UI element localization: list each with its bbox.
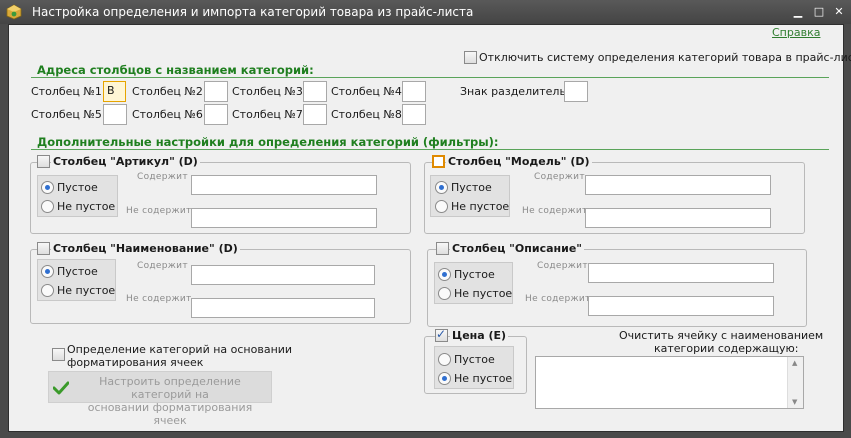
description-not-contains-label: Не содержит (525, 294, 591, 304)
column-3-input[interactable] (303, 81, 327, 102)
article-radio-not-empty-label: Не пустое (57, 200, 116, 213)
name-contains-label: Содержит (137, 261, 188, 271)
disable-system-checkbox[interactable] (464, 51, 477, 64)
name-checkbox[interactable] (37, 242, 50, 255)
article-radio-not-empty[interactable] (41, 200, 54, 213)
clear-cell-label-line2: категории содержащую: (654, 342, 799, 355)
article-title: Столбец "Артикул" (D) (51, 155, 200, 168)
column-7-label: Столбец №7: (232, 108, 307, 121)
model-radio-not-empty-label: Не пустое (451, 200, 510, 213)
model-title: Столбец "Модель" (D) (446, 155, 592, 168)
article-not-contains-label: Не содержит (126, 206, 192, 216)
description-radio-not-empty[interactable] (438, 287, 451, 300)
description-contains-label: Содержит (537, 261, 588, 271)
column-6-input[interactable] (204, 104, 228, 125)
configure-formatting-button-line2: основании форматирования ячеек (87, 401, 253, 427)
filters-section-divider (31, 149, 829, 150)
price-radio-empty-label: Пустое (454, 353, 495, 366)
name-radio-empty[interactable] (41, 265, 54, 278)
clear-cell-label-line1: Очистить ячейку с наименованием (619, 329, 824, 342)
address-section-divider (31, 77, 829, 78)
article-checkbox[interactable] (37, 155, 50, 168)
configure-formatting-button[interactable]: Настроить определение категорий на основ… (48, 371, 272, 427)
separator-input[interactable] (564, 81, 588, 102)
name-not-contains-input[interactable] (191, 298, 375, 318)
description-checkbox[interactable] (436, 242, 449, 255)
column-1-label: Столбец №1: (31, 85, 106, 98)
scroll-down-icon[interactable]: ▼ (792, 398, 797, 406)
name-not-contains-label: Не содержит (126, 294, 192, 304)
column-8-label: Столбец №8: (331, 108, 406, 121)
clear-cell-textarea[interactable]: ▲ ▼ (535, 356, 804, 409)
description-title: Столбец "Описание" (450, 242, 585, 255)
model-contains-label: Содержит (534, 172, 585, 182)
dialog-body: Справка Отключить систему определения ка… (8, 24, 851, 432)
name-title: Столбец "Наименование" (D) (51, 242, 240, 255)
separator-label: Знак разделитель: (460, 85, 570, 98)
description-radio-empty-label: Пустое (454, 268, 495, 281)
model-not-contains-input[interactable] (585, 208, 771, 228)
article-radio-empty-label: Пустое (57, 181, 98, 194)
column-3-label: Столбец №3: (232, 85, 307, 98)
column-7-input[interactable] (303, 104, 327, 125)
column-5-input[interactable] (103, 104, 127, 125)
help-link[interactable]: Справка (772, 26, 820, 39)
model-radio-empty-label: Пустое (451, 181, 492, 194)
app-icon (6, 4, 22, 20)
scroll-up-icon[interactable]: ▲ (792, 359, 797, 367)
checkmark-icon (53, 381, 69, 395)
address-section-title: Адреса столбцов с названием категорий: (37, 63, 314, 77)
description-radio-empty[interactable] (438, 268, 451, 281)
title-bar[interactable]: Настройка определения и импорта категори… (0, 0, 851, 24)
configure-formatting-button-line1: Настроить определение категорий на (99, 375, 241, 401)
article-not-contains-input[interactable] (191, 208, 377, 228)
name-radio-empty-label: Пустое (57, 265, 98, 278)
filters-section-title: Дополнительные настройки для определения… (37, 135, 499, 149)
minimize-icon[interactable]: ▁ (791, 5, 805, 19)
description-not-contains-input[interactable] (588, 296, 774, 316)
formatting-checkbox[interactable] (52, 348, 65, 361)
close-icon[interactable]: ✕ (832, 5, 846, 19)
article-radio-empty[interactable] (41, 181, 54, 194)
model-radio-empty[interactable] (435, 181, 448, 194)
price-radio-not-empty-label: Не пустое (454, 372, 513, 385)
formatting-label-line2: форматирования ячеек (67, 356, 204, 369)
maximize-icon[interactable]: □ (812, 5, 826, 19)
column-2-label: Столбец №2: (132, 85, 207, 98)
name-radio-not-empty[interactable] (41, 284, 54, 297)
column-5-label: Столбец №5: (31, 108, 106, 121)
price-radio-empty[interactable] (438, 353, 451, 366)
window-title: Настройка определения и импорта категори… (32, 5, 474, 19)
article-contains-input[interactable] (191, 175, 377, 195)
description-radio-not-empty-label: Не пустое (454, 287, 513, 300)
column-4-label: Столбец №4: (331, 85, 406, 98)
model-checkbox[interactable] (432, 155, 445, 168)
disable-system-label: Отключить систему определения категорий … (479, 51, 851, 64)
clear-cell-scrollbar[interactable]: ▲ ▼ (787, 357, 803, 408)
model-not-contains-label: Не содержит (522, 206, 588, 216)
model-radio-not-empty[interactable] (435, 200, 448, 213)
name-radio-not-empty-label: Не пустое (57, 284, 116, 297)
name-contains-input[interactable] (191, 265, 375, 285)
price-checkbox[interactable] (435, 327, 448, 342)
description-contains-input[interactable] (588, 263, 774, 283)
column-1-input[interactable]: B (103, 81, 126, 102)
formatting-label-line1: Определение категорий на основании (67, 343, 293, 356)
column-8-input[interactable] (402, 104, 426, 125)
column-2-input[interactable] (204, 81, 228, 102)
column-6-label: Столбец №6: (132, 108, 207, 121)
price-title: Цена (E) (450, 329, 509, 342)
column-4-input[interactable] (402, 81, 426, 102)
model-contains-input[interactable] (585, 175, 771, 195)
article-contains-label: Содержит (137, 172, 188, 182)
main-window: Настройка определения и импорта категори… (0, 0, 851, 438)
price-radio-not-empty[interactable] (438, 372, 451, 385)
